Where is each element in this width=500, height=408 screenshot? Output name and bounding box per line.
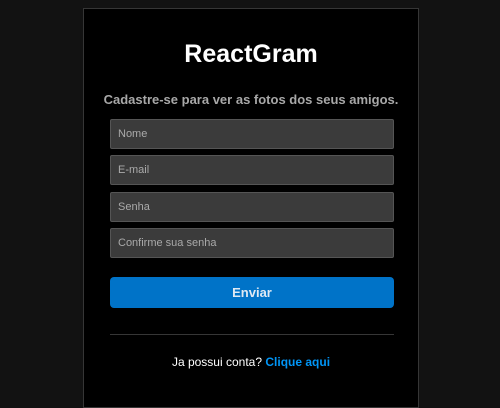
register-card: ReactGram Cadastre-se para ver as fotos … xyxy=(83,8,419,408)
login-prompt-text: Ja possui conta? xyxy=(171,355,263,369)
login-prompt: Ja possui conta? Clique aqui xyxy=(84,355,418,369)
confirm-password-input[interactable] xyxy=(110,228,394,258)
email-input[interactable] xyxy=(110,155,394,185)
submit-button[interactable]: Enviar xyxy=(110,277,394,308)
register-subtitle: Cadastre-se para ver as fotos dos seus a… xyxy=(103,92,399,107)
divider xyxy=(110,334,394,335)
password-input[interactable] xyxy=(110,192,394,222)
name-input[interactable] xyxy=(110,119,394,149)
app-title: ReactGram xyxy=(184,40,318,68)
login-link[interactable]: Clique aqui xyxy=(265,355,330,369)
